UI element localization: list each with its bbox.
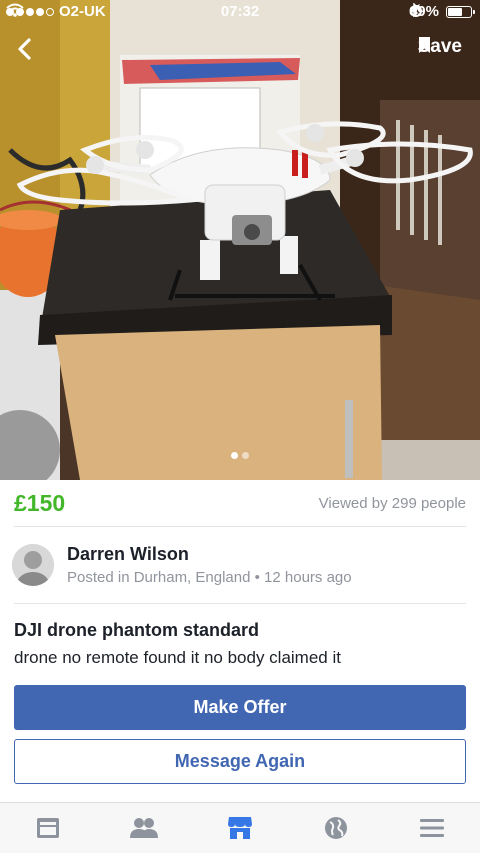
- status-bar: O2-UK 07:32 69%: [0, 0, 480, 24]
- battery-icon: [446, 5, 475, 18]
- bottom-tab-bar: [0, 802, 480, 853]
- price-row: £150 Viewed by 299 people: [0, 480, 480, 526]
- tab-news-feed[interactable]: [0, 803, 96, 853]
- status-right: 69%: [409, 3, 475, 20]
- listing-title: DJI drone phantom standard: [14, 620, 260, 640]
- listing-description: drone no remote found it no body claimed…: [14, 648, 341, 667]
- photo-dot[interactable]: [231, 452, 238, 459]
- listing-price: £150: [14, 490, 66, 516]
- seller-name[interactable]: Darren Wilson: [67, 544, 189, 565]
- photo-dot[interactable]: [242, 452, 249, 459]
- chevron-left-icon: [18, 38, 31, 60]
- tab-marketplace[interactable]: [192, 803, 288, 853]
- friends-icon: [130, 818, 158, 838]
- marketplace-icon: [228, 817, 252, 839]
- tab-menu[interactable]: [384, 803, 480, 853]
- make-offer-button[interactable]: Make Offer: [14, 685, 466, 730]
- bookmark-icon: [418, 37, 430, 53]
- menu-icon: [420, 819, 444, 837]
- drone-photo-illustration: [0, 0, 480, 480]
- avatar[interactable]: [12, 544, 54, 586]
- tab-notifications[interactable]: [288, 803, 384, 853]
- photo-pagination-dots[interactable]: [0, 452, 480, 459]
- notifications-globe-icon: [325, 817, 347, 839]
- news-feed-icon: [37, 818, 59, 838]
- seller-info[interactable]: Darren Wilson Posted in Durham, England …: [0, 540, 480, 600]
- tab-friends[interactable]: [96, 803, 192, 853]
- bluetooth-icon: [410, 3, 419, 17]
- message-again-button[interactable]: Message Again: [14, 739, 466, 784]
- listing-photo[interactable]: O2-UK 07:32 69% Save: [0, 0, 480, 480]
- seller-location-time: Posted in Durham, England • 12 hours ago: [67, 569, 352, 586]
- avatar-image: [12, 544, 54, 586]
- divider: [14, 526, 466, 527]
- divider: [14, 603, 466, 604]
- view-count: Viewed by 299 people: [318, 495, 466, 512]
- back-button[interactable]: [10, 34, 40, 64]
- battery-fill: [448, 7, 463, 16]
- save-button[interactable]: Save: [418, 36, 462, 58]
